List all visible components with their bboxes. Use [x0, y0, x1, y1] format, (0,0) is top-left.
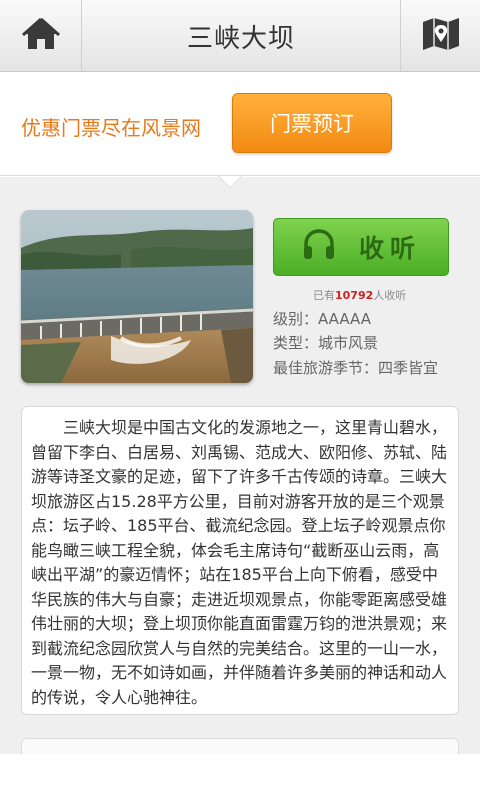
top-bar: 三峡大坝 [0, 0, 480, 72]
listen-label: 收听 [358, 234, 421, 263]
ticket-booking-button[interactable]: 门票预订 [232, 93, 392, 153]
map-button[interactable] [400, 0, 480, 72]
page-title: 三峡大坝 [186, 23, 295, 54]
scenic-photo[interactable] [21, 210, 253, 383]
pointer-arrow [219, 176, 241, 187]
bottom-strip [0, 754, 480, 800]
listen-button[interactable]: 收听 [273, 218, 449, 276]
map-pin-icon [421, 17, 461, 55]
headphones-icon [301, 227, 337, 267]
home-button[interactable] [0, 0, 82, 72]
listen-count: 已有10792人收听 [313, 289, 407, 302]
season-text: 最佳旅游季节：四季皆宜 [273, 359, 439, 377]
listen-count-number: 10792 [335, 289, 374, 302]
type-text: 类型：城市风景 [273, 334, 379, 352]
home-icon [21, 16, 61, 56]
level-text: 级别：AAAAA [273, 310, 371, 328]
description-card: 三峡大坝是中国古文化的发源地之一，这里青山碧水，曾留下李白、白居易、刘禹锡、范成… [21, 406, 459, 715]
promo-text: 优惠门票尽在风景网 [21, 116, 201, 140]
